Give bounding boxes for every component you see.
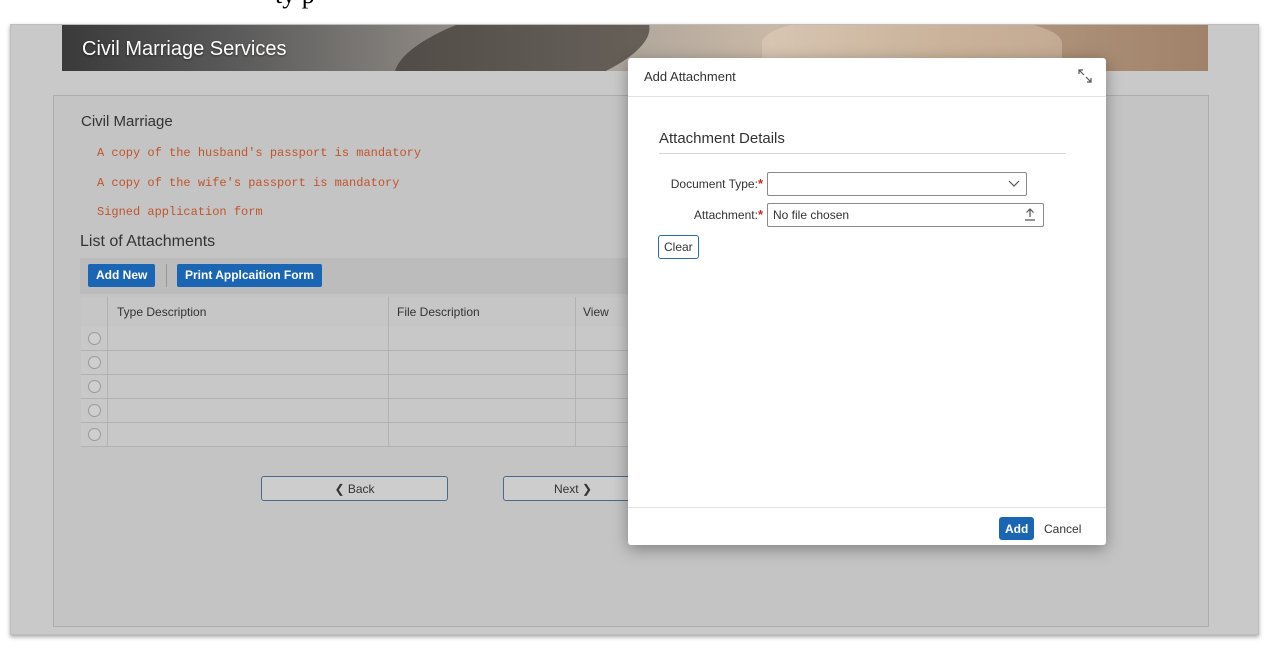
toolbar-separator xyxy=(166,264,167,287)
row-radio[interactable] xyxy=(88,428,101,441)
column-header-file-description: File Description xyxy=(397,305,480,319)
row-radio[interactable] xyxy=(88,404,101,417)
table-row[interactable] xyxy=(81,423,641,447)
table-row[interactable] xyxy=(81,351,641,375)
column-header-type-description: Type Description xyxy=(117,305,207,319)
page-title: Civil Marriage Services xyxy=(82,38,287,60)
page-caption: ty p xyxy=(0,0,1267,9)
table-divider xyxy=(575,297,576,446)
row-radio[interactable] xyxy=(88,380,101,393)
document-type-select[interactable] xyxy=(767,172,1027,196)
table-row[interactable] xyxy=(81,375,641,399)
file-status: No file chosen xyxy=(773,208,850,222)
attachments-toolbar xyxy=(80,258,640,294)
add-button[interactable]: Add xyxy=(999,517,1035,540)
attachment-label-text: Attachment: xyxy=(693,208,758,222)
table-row[interactable] xyxy=(81,327,641,351)
required-asterisk: * xyxy=(757,207,763,222)
document-type-label: Document Type:* xyxy=(648,176,763,191)
section-title: Civil Marriage xyxy=(81,113,173,130)
row-radio[interactable] xyxy=(88,332,101,345)
table-divider xyxy=(107,297,108,446)
print-application-form-button[interactable]: Print Applcaition Form xyxy=(177,264,322,287)
requirement-item: A copy of the husband's passport is mand… xyxy=(97,146,422,160)
attachments-title: List of Attachments xyxy=(80,233,216,250)
document-type-label-text: Document Type: xyxy=(670,177,758,191)
required-asterisk: * xyxy=(757,176,763,191)
chevron-down-icon xyxy=(1008,180,1020,187)
attachment-label: Attachment:* xyxy=(648,207,763,222)
banner-decoration xyxy=(385,25,659,71)
requirement-item: Signed application form xyxy=(97,205,263,219)
details-divider xyxy=(659,153,1066,154)
table-divider xyxy=(388,297,389,446)
caption-text: ty p xyxy=(275,0,315,10)
upload-icon[interactable] xyxy=(1024,207,1036,221)
dialog-header: Add Attachment xyxy=(628,58,1106,97)
dialog-footer xyxy=(628,507,1106,546)
requirement-item: A copy of the wife's passport is mandato… xyxy=(97,176,400,190)
resize-icon[interactable] xyxy=(1076,67,1094,85)
add-attachment-dialog: Add Attachment Attachment Details Docume… xyxy=(628,58,1106,545)
attachment-file-input[interactable]: No file chosen xyxy=(767,203,1044,227)
row-radio[interactable] xyxy=(88,356,101,369)
column-header-view: View xyxy=(583,305,609,319)
back-button[interactable]: ❮ Back xyxy=(261,476,448,501)
next-button[interactable]: Next ❯ xyxy=(503,476,643,501)
attachment-details-title: Attachment Details xyxy=(659,130,785,147)
add-new-button[interactable]: Add New xyxy=(88,264,156,287)
clear-button[interactable]: Clear xyxy=(658,235,699,259)
dialog-title: Add Attachment xyxy=(644,69,736,84)
table-row[interactable] xyxy=(81,399,641,423)
cancel-button[interactable]: Cancel xyxy=(1040,517,1085,540)
